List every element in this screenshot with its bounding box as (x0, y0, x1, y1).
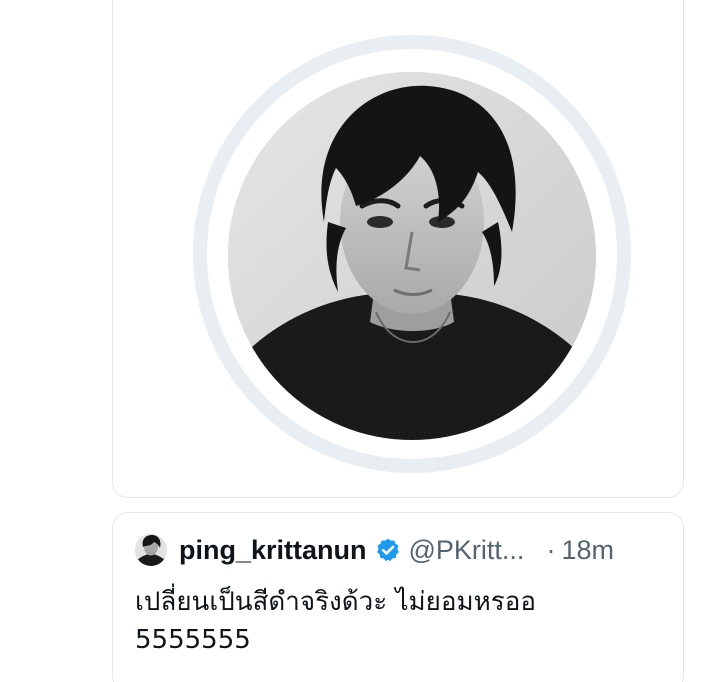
avatar[interactable] (135, 534, 167, 566)
tweet-view: ping_krittanun @PKritt... · 18m เปลี่ยนเ… (0, 0, 706, 682)
timestamp[interactable]: 18m (561, 535, 614, 566)
quoted-tweet-card[interactable]: ping_krittanun @PKritt... · 18m เปลี่ยนเ… (112, 512, 684, 682)
portrait-icon (228, 72, 596, 440)
verified-badge-icon (376, 538, 399, 562)
media-card[interactable] (112, 0, 684, 498)
avatar-icon (135, 534, 167, 566)
quoted-tweet-text: เปลี่ยนเป็นสีดำจริงด้วะ ไม่ยอมหรออ 55555… (135, 587, 536, 655)
profile-photo[interactable] (228, 72, 596, 440)
quoted-tweet-header: ping_krittanun @PKritt... · 18m (135, 533, 665, 567)
user-handle[interactable]: @PKritt... (409, 535, 525, 566)
separator-dot: · (546, 534, 556, 565)
display-name[interactable]: ping_krittanun (179, 535, 367, 566)
